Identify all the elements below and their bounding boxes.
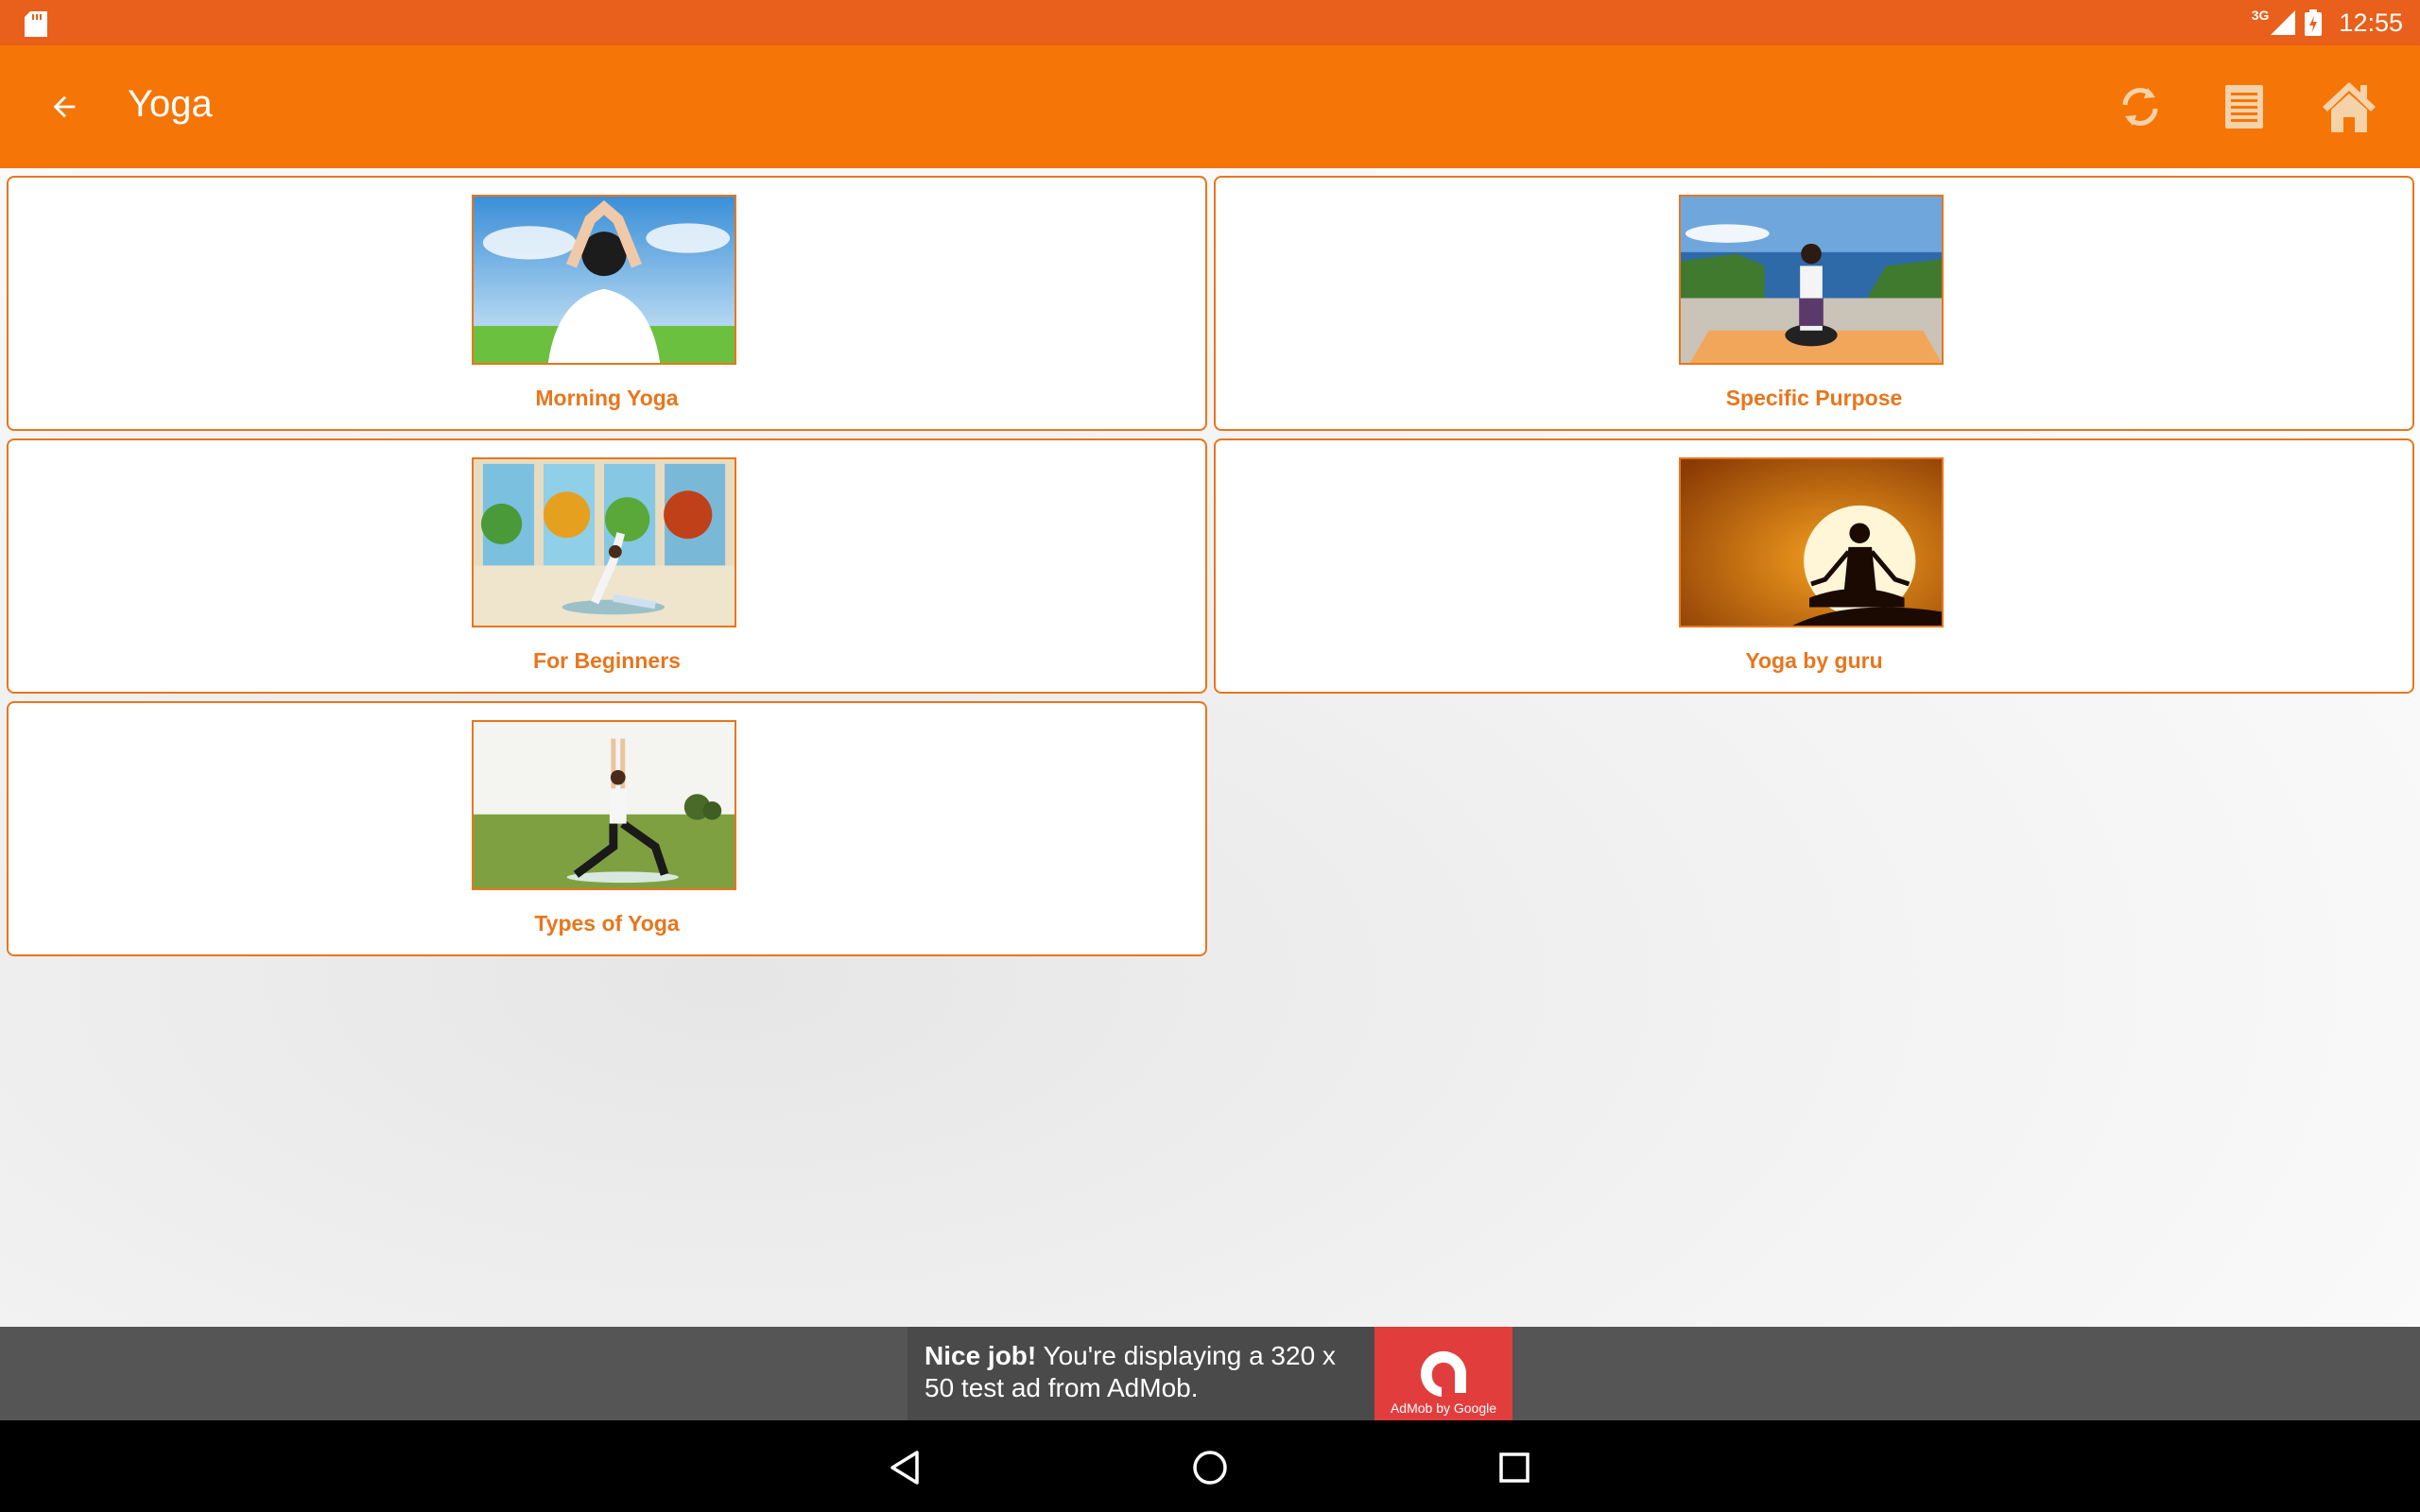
morning-yoga-image [472,195,736,365]
category-card-types-of-yoga[interactable]: Types of Yoga [7,701,1207,956]
list-button[interactable] [2214,77,2274,137]
card-label: Types of Yoga [534,911,680,936]
card-label: Morning Yoga [535,386,679,410]
home-icon [2323,82,2376,132]
category-card-yoga-by-guru[interactable]: Yoga by guru [1214,438,2414,694]
types-of-yoga-image [472,720,736,890]
nav-recents-button[interactable] [1488,1441,1541,1494]
app-bar: Yoga [0,45,2420,168]
list-icon [2225,85,2263,129]
signal-icon [2271,10,2296,35]
home-circle-icon [1193,1451,1227,1485]
refresh-button[interactable] [2110,77,2170,137]
page-title: Yoga [128,83,213,125]
admob-logo: AdMob by Google [1374,1327,1512,1420]
category-card-morning-yoga[interactable]: Morning Yoga [7,176,1207,431]
network-type-label: 3G [2251,8,2270,23]
nav-home-button[interactable] [1184,1441,1236,1494]
card-label: Yoga by guru [1745,648,1883,673]
yoga-by-guru-image [1679,457,1944,627]
recents-square-icon [1499,1452,1530,1483]
category-card-for-beginners[interactable]: For Beginners [7,438,1207,694]
back-button[interactable] [38,80,91,133]
ad-banner-area: Nice job! You're displaying a 320 x 50 t… [0,1327,2420,1420]
battery-icon [2305,9,2323,36]
sd-card-icon [25,11,47,37]
nav-back-button[interactable] [879,1441,932,1494]
home-button[interactable] [2319,77,2379,137]
system-nav-bar [0,1420,2420,1512]
specific-purpose-image [1679,195,1944,365]
ad-headline: Nice job! [925,1341,1037,1370]
admob-test-ad[interactable]: Nice job! You're displaying a 320 x 50 t… [908,1327,1512,1420]
category-grid: Morning Yoga Specific Purpose For Beginn… [0,168,2420,1327]
refresh-icon [2122,88,2158,126]
card-label: Specific Purpose [1725,386,1903,410]
clock: 12:55 [2339,8,2403,37]
status-bar: 3G 12:55 [0,0,2420,45]
card-label: For Beginners [533,648,681,673]
ad-logo-text: AdMob by Google [1390,1400,1497,1416]
admob-icon [1420,1350,1466,1397]
arrow-back-icon [53,95,76,118]
for-beginners-image [472,457,736,627]
back-triangle-icon [890,1451,919,1485]
ad-text: Nice job! You're displaying a 320 x 50 t… [925,1340,1369,1404]
category-card-specific-purpose[interactable]: Specific Purpose [1214,176,2414,431]
